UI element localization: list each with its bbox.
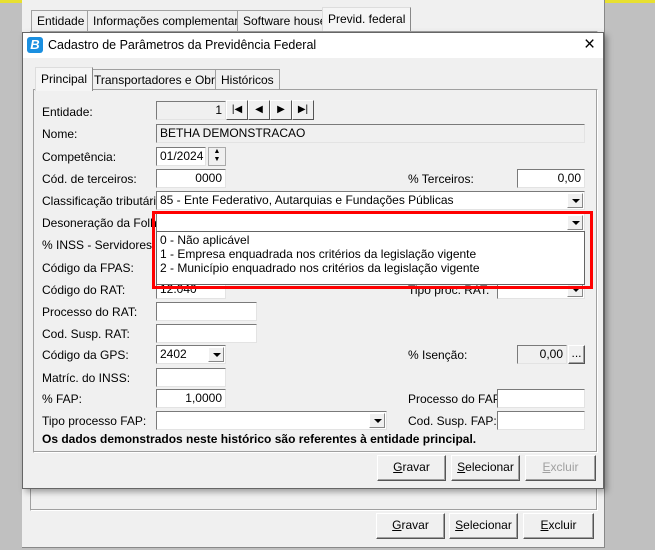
chevron-down-icon[interactable] xyxy=(567,193,583,208)
competencia-spinner[interactable]: ▲ ▼ xyxy=(208,147,226,166)
processo-fap-field[interactable] xyxy=(497,389,585,408)
entidade-field: 1 xyxy=(156,101,226,120)
fap-label: % FAP: xyxy=(42,392,83,406)
chevron-down-icon[interactable] xyxy=(208,347,224,362)
processo-rat-field[interactable] xyxy=(156,302,257,321)
tab-previd-federal[interactable]: Previd. federal xyxy=(322,7,412,31)
title-bar: B Cadastro de Parâmetros da Previdência … xyxy=(23,33,603,58)
tab-informacoes-complementares[interactable]: Informações complementares xyxy=(87,10,258,31)
cod-terceiros-label: Cód. de terceiros: xyxy=(42,172,137,186)
tipo-processo-fap-select[interactable] xyxy=(156,411,387,430)
processo-rat-label: Processo do RAT: xyxy=(42,305,138,319)
nome-label: Nome: xyxy=(42,127,78,141)
tab-entidade[interactable]: Entidade xyxy=(31,10,91,31)
cod-susp-rat-label: Cod. Susp. RAT: xyxy=(42,327,130,341)
selecionar-button[interactable]: Selecionar xyxy=(451,455,520,481)
tab-transportadores-obras[interactable]: Transportadores e Obras xyxy=(88,69,234,90)
entidade-label: Entidade: xyxy=(42,105,93,119)
tab-software-house[interactable]: Software house xyxy=(237,10,333,31)
taskbar-strip xyxy=(0,0,22,3)
cod-terceiros-field[interactable]: 0000 xyxy=(156,169,226,188)
matric-inss-field[interactable] xyxy=(156,368,226,387)
excluir-button: Excluir xyxy=(525,455,596,481)
tipo-processo-fap-label: Tipo processo FAP: xyxy=(42,414,147,428)
taskbar-strip xyxy=(605,0,655,3)
outer-excluir-button[interactable]: Excluir xyxy=(523,513,594,539)
matric-inss-label: Matríc. do INSS: xyxy=(42,371,131,385)
classificacao-select[interactable]: 85 - Ente Federativo, Autarquias e Funda… xyxy=(156,191,585,210)
competencia-label: Competência: xyxy=(42,150,117,164)
rat-label: Código do RAT: xyxy=(42,283,126,297)
gravar-button[interactable]: Gravar xyxy=(377,455,446,481)
close-icon[interactable]: × xyxy=(584,34,595,56)
outer-gravar-button[interactable]: Gravar xyxy=(376,513,445,539)
cod-susp-rat-field[interactable] xyxy=(156,324,257,343)
isencao-field: 0,00 xyxy=(517,345,567,364)
first-record-icon[interactable]: |◀ xyxy=(226,100,248,120)
classificacao-label: Classificação tributária: xyxy=(42,194,167,208)
gps-value: 2402 xyxy=(160,347,187,361)
betha-logo-icon: B xyxy=(27,37,43,53)
fpas-label: Código da FPAS: xyxy=(42,261,134,275)
gps-label: Código da GPS: xyxy=(42,348,129,362)
inss-servidores-label: % INSS - Servidores: xyxy=(42,238,156,252)
tab-historicos[interactable]: Históricos xyxy=(215,69,280,90)
next-record-icon[interactable]: ▶ xyxy=(270,100,292,120)
highlight-box xyxy=(152,211,593,289)
cod-susp-fap-label: Cod. Susp. FAP: xyxy=(408,414,497,428)
classificacao-value: 85 - Ente Federativo, Autarquias e Funda… xyxy=(160,193,454,207)
fap-field[interactable]: 1,0000 xyxy=(156,389,226,408)
isencao-ellipsis-button[interactable]: ... xyxy=(568,345,585,364)
previous-record-icon[interactable]: ◀ xyxy=(248,100,270,120)
last-record-icon[interactable]: ▶| xyxy=(292,100,314,120)
competencia-field[interactable]: 01/2024 xyxy=(156,147,206,166)
cod-susp-fap-field[interactable] xyxy=(497,411,585,430)
outer-selecionar-button[interactable]: Selecionar xyxy=(449,513,518,539)
pct-terceiros-field[interactable]: 0,00 xyxy=(517,169,585,188)
pct-terceiros-label: % Terceiros: xyxy=(408,172,474,186)
tab-principal[interactable]: Principal xyxy=(35,67,94,91)
dialog-title: Cadastro de Parâmetros da Previdência Fe… xyxy=(48,38,317,52)
chevron-down-icon[interactable] xyxy=(369,413,385,428)
gps-select[interactable]: 2402 xyxy=(156,345,226,364)
isencao-label: % Isenção: xyxy=(408,348,468,362)
nome-field: BETHA DEMONSTRACAO xyxy=(156,124,585,143)
note-text: Os dados demonstrados neste histórico sã… xyxy=(42,432,477,446)
processo-fap-label: Processo do FAP: xyxy=(408,392,505,406)
desoneracao-label: Desoneração da Folha: xyxy=(42,216,167,230)
